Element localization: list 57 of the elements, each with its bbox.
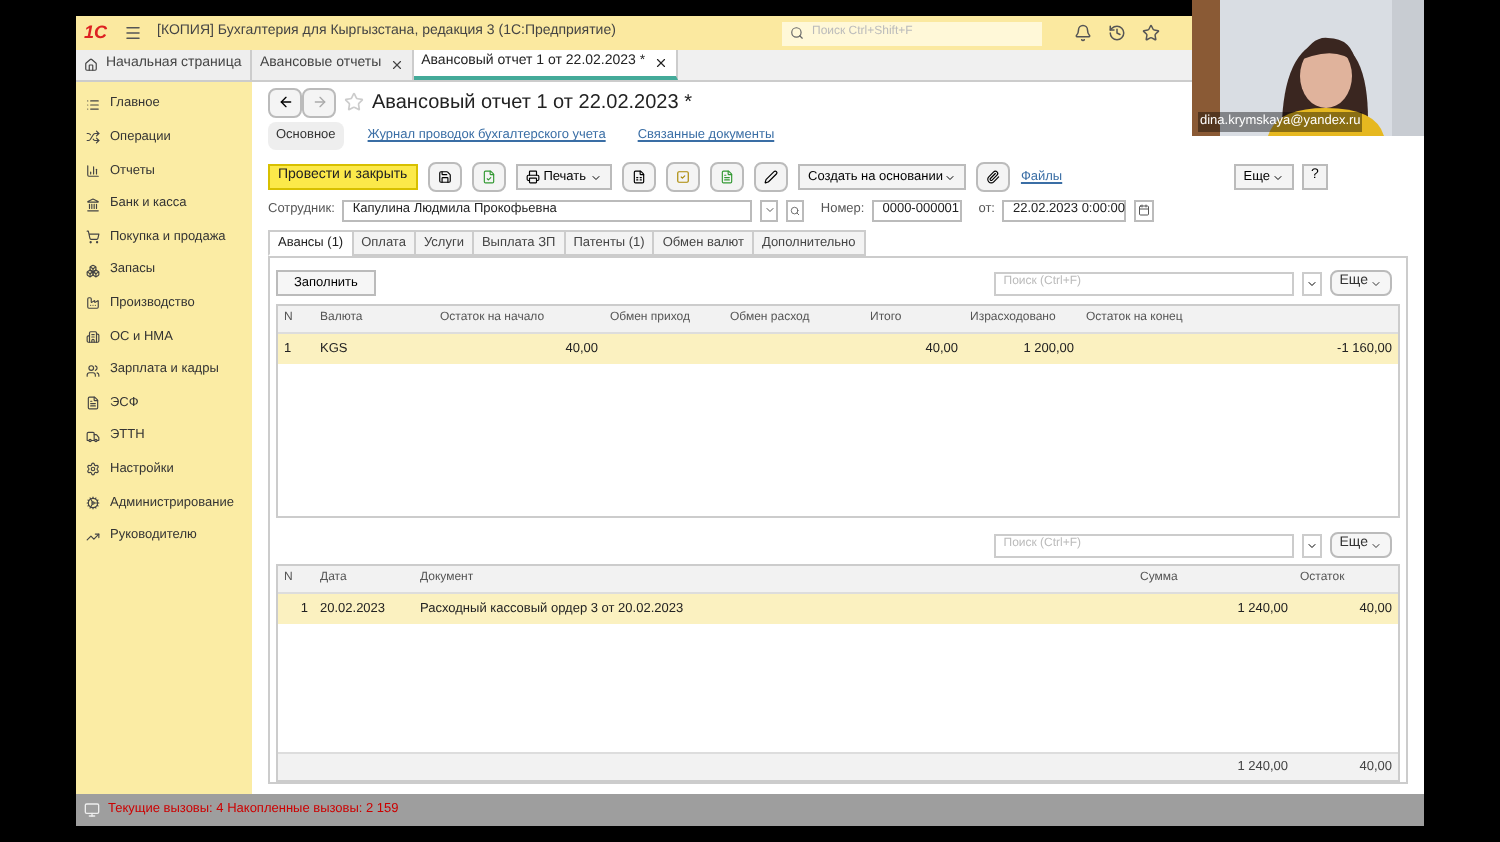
shuffle-icon xyxy=(86,130,100,145)
save-button[interactable] xyxy=(427,162,462,192)
home-icon xyxy=(84,58,98,72)
document-check-icon xyxy=(481,170,496,184)
printer-icon xyxy=(525,170,540,184)
arrow-left-icon xyxy=(277,94,293,110)
back-button[interactable] xyxy=(268,87,302,117)
trend-icon xyxy=(86,529,100,544)
document-icon xyxy=(86,396,100,411)
search-icon xyxy=(790,26,804,40)
app-logo: 1С xyxy=(84,19,108,46)
dropdown-button[interactable] xyxy=(1301,271,1322,295)
calendar-icon xyxy=(1138,204,1151,216)
paperclip-icon xyxy=(986,170,1001,184)
arrow-right-icon xyxy=(311,94,327,110)
entries-button[interactable] xyxy=(710,162,745,192)
save-icon xyxy=(437,170,452,184)
close-icon[interactable] xyxy=(653,56,668,70)
dropdown-button[interactable] xyxy=(1301,533,1322,558)
settings-icon xyxy=(86,462,100,477)
history-icon[interactable] xyxy=(1108,24,1126,42)
caret-icon xyxy=(1272,171,1284,183)
favorite-star-icon[interactable] xyxy=(344,92,364,112)
pen-icon xyxy=(764,170,779,184)
document-title: Авансовый отчет 1 от 22.02.2023 * xyxy=(372,89,692,117)
document-icon xyxy=(720,170,735,184)
star-icon[interactable] xyxy=(1142,24,1160,42)
factory-icon xyxy=(86,296,100,311)
bar-chart-icon xyxy=(86,163,100,178)
caret-icon xyxy=(944,171,957,183)
monitor-icon xyxy=(84,802,100,818)
calendar-button[interactable] xyxy=(1134,199,1155,221)
bell-icon[interactable] xyxy=(1074,24,1092,42)
menu-icon[interactable] xyxy=(123,24,142,42)
caret-icon xyxy=(1305,539,1318,552)
caret-icon xyxy=(590,171,603,183)
open-button[interactable] xyxy=(786,199,805,221)
list-icon xyxy=(86,97,100,112)
people-icon xyxy=(86,363,100,378)
table-icon xyxy=(632,170,647,184)
caret-icon xyxy=(1305,277,1318,289)
structure-button[interactable] xyxy=(622,162,657,192)
check-square-icon xyxy=(676,170,691,184)
edit-button[interactable] xyxy=(754,162,789,192)
truck-icon xyxy=(86,429,100,444)
cart-icon xyxy=(86,230,100,245)
bank-icon xyxy=(86,197,100,212)
post-button[interactable] xyxy=(471,162,506,192)
building-icon xyxy=(86,329,100,344)
attach-button[interactable] xyxy=(976,162,1011,192)
caret-icon xyxy=(1370,539,1382,552)
search-icon xyxy=(790,205,801,215)
close-icon[interactable] xyxy=(389,58,404,72)
caret-icon xyxy=(1370,277,1382,289)
caret-icon xyxy=(763,204,776,216)
boxes-icon xyxy=(86,263,100,278)
gear-icon xyxy=(86,495,100,510)
